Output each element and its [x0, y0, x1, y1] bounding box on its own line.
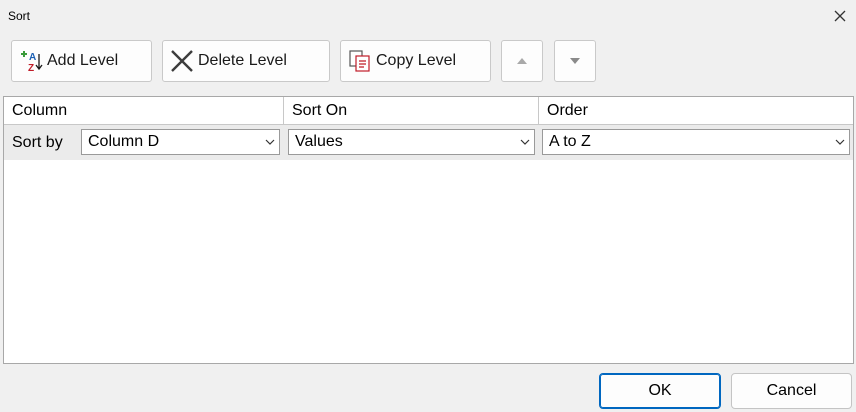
- sort-on-select-value: Values: [295, 133, 343, 150]
- x-delete-icon: [169, 48, 195, 74]
- move-up-icon: [517, 58, 527, 64]
- column-select[interactable]: Column D: [81, 129, 280, 155]
- move-up-button[interactable]: [501, 40, 543, 82]
- window-title: Sort: [8, 9, 31, 23]
- add-level-button[interactable]: A Z Add Level: [11, 40, 152, 82]
- order-select[interactable]: A to Z: [542, 129, 850, 155]
- delete-level-label: Delete Level: [198, 52, 287, 69]
- chevron-down-icon: [265, 139, 275, 145]
- sort-by-label: Sort by: [12, 134, 63, 151]
- svg-text:Z: Z: [28, 63, 34, 74]
- order-select-value: A to Z: [549, 133, 591, 150]
- sort-levels-grid: Column Sort On Order Sort by Column D Va…: [3, 96, 854, 364]
- column-select-value: Column D: [88, 133, 160, 150]
- header-order: Order: [547, 102, 588, 119]
- copy-icon: [347, 48, 373, 74]
- title-bar: Sort: [0, 0, 856, 32]
- ok-button[interactable]: OK: [599, 373, 721, 409]
- sort-on-select[interactable]: Values: [288, 129, 535, 155]
- move-down-icon: [570, 58, 580, 64]
- cancel-button[interactable]: Cancel: [731, 373, 852, 409]
- close-icon: [834, 10, 846, 22]
- sort-az-add-icon: A Z: [18, 48, 44, 74]
- grid-header: Column Sort On Order: [4, 97, 853, 125]
- move-down-button[interactable]: [554, 40, 596, 82]
- add-level-label: Add Level: [47, 52, 119, 69]
- sort-dialog: Sort A Z Add Level Delete Level Copy Lev…: [0, 0, 856, 412]
- header-column: Column: [4, 97, 284, 124]
- close-button[interactable]: [824, 0, 856, 32]
- copy-level-button[interactable]: Copy Level: [340, 40, 491, 82]
- sort-level-row[interactable]: Sort by Column D Values A to Z: [4, 125, 853, 160]
- chevron-down-icon: [835, 139, 845, 145]
- chevron-down-icon: [520, 139, 530, 145]
- svg-text:A: A: [29, 52, 36, 63]
- delete-level-button[interactable]: Delete Level: [162, 40, 330, 82]
- header-sort-on: Sort On: [284, 97, 539, 124]
- copy-level-label: Copy Level: [376, 52, 457, 69]
